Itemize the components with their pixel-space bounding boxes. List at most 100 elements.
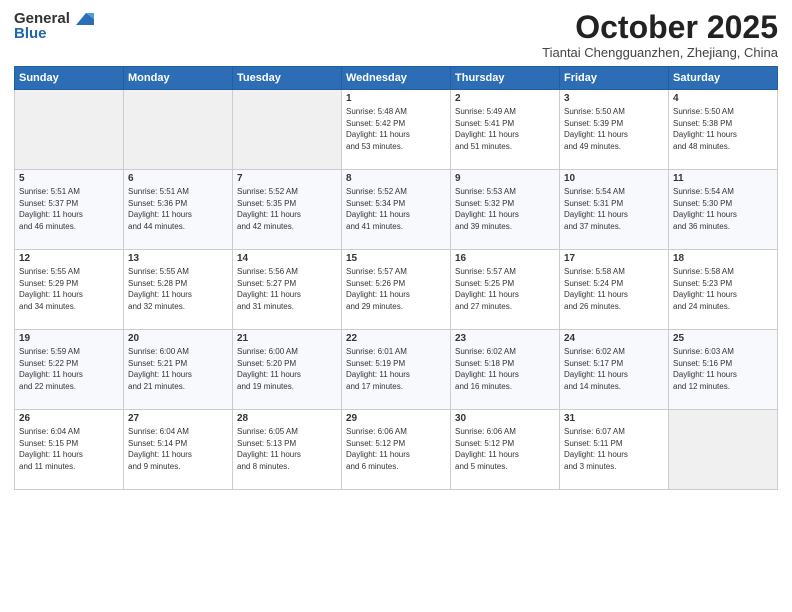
day-number: 2 (455, 93, 555, 104)
table-cell: 18 Sunrise: 5:58 AM Sunset: 5:23 PM Dayli… (669, 250, 778, 330)
location: Tiantai Chengguanzhen, Zhejiang, China (542, 45, 778, 60)
day-info: Sunrise: 6:06 AM Sunset: 5:12 PM Dayligh… (346, 426, 446, 472)
table-cell: 30 Sunrise: 6:06 AM Sunset: 5:12 PM Dayli… (451, 410, 560, 490)
day-info: Sunrise: 6:02 AM Sunset: 5:17 PM Dayligh… (564, 346, 664, 392)
table-cell: 24 Sunrise: 6:02 AM Sunset: 5:17 PM Dayli… (560, 330, 669, 410)
day-info: Sunrise: 5:55 AM Sunset: 5:28 PM Dayligh… (128, 266, 228, 312)
day-info: Sunrise: 5:48 AM Sunset: 5:42 PM Dayligh… (346, 106, 446, 152)
week-row-2: 5 Sunrise: 5:51 AM Sunset: 5:37 PM Daylig… (15, 170, 778, 250)
day-info: Sunrise: 5:59 AM Sunset: 5:22 PM Dayligh… (19, 346, 119, 392)
day-number: 29 (346, 413, 446, 424)
table-cell: 25Sunrise: 6:03 AM Sunset: 5:16 PM Dayli… (669, 330, 778, 410)
day-info: Sunrise: 5:50 AM Sunset: 5:39 PM Dayligh… (564, 106, 664, 152)
day-number: 26 (19, 413, 119, 424)
table-cell (669, 410, 778, 490)
day-info: Sunrise: 5:58 AM Sunset: 5:23 PM Dayligh… (673, 266, 773, 312)
table-cell: 3 Sunrise: 5:50 AM Sunset: 5:39 PM Daylig… (560, 90, 669, 170)
day-number: 11 (673, 173, 773, 184)
logo: General Blue (14, 10, 94, 42)
table-cell: 15 Sunrise: 5:57 AM Sunset: 5:26 PM Dayli… (342, 250, 451, 330)
table-cell: 21Sunrise: 6:00 AM Sunset: 5:20 PM Dayli… (233, 330, 342, 410)
day-number: 23 (455, 333, 555, 344)
table-cell: 20 Sunrise: 6:00 AM Sunset: 5:21 PM Dayli… (124, 330, 233, 410)
day-info: Sunrise: 5:49 AM Sunset: 5:41 PM Dayligh… (455, 106, 555, 152)
week-row-4: 19 Sunrise: 5:59 AM Sunset: 5:22 PM Dayli… (15, 330, 778, 410)
calendar-table: Sunday Monday Tuesday Wednesday Thursday… (14, 66, 778, 490)
day-number: 27 (128, 413, 228, 424)
day-number: 31 (564, 413, 664, 424)
day-number: 30 (455, 413, 555, 424)
table-cell: 4Sunrise: 5:50 AM Sunset: 5:38 PM Daylig… (669, 90, 778, 170)
table-cell: 16 Sunrise: 5:57 AM Sunset: 5:25 PM Dayli… (451, 250, 560, 330)
table-cell (124, 90, 233, 170)
day-info: Sunrise: 5:57 AM Sunset: 5:26 PM Dayligh… (346, 266, 446, 312)
day-info: Sunrise: 6:03 AM Sunset: 5:16 PM Dayligh… (673, 346, 773, 392)
day-info: Sunrise: 5:53 AM Sunset: 5:32 PM Dayligh… (455, 186, 555, 232)
week-row-3: 12 Sunrise: 5:55 AM Sunset: 5:29 PM Dayli… (15, 250, 778, 330)
day-number: 3 (564, 93, 664, 104)
table-cell: 1 Sunrise: 5:48 AM Sunset: 5:42 PM Daylig… (342, 90, 451, 170)
day-number: 18 (673, 253, 773, 264)
day-info: Sunrise: 6:00 AM Sunset: 5:21 PM Dayligh… (128, 346, 228, 392)
day-number: 13 (128, 253, 228, 264)
header: General Blue October 2025 Tiantai Chengg… (14, 10, 778, 60)
day-number: 1 (346, 93, 446, 104)
day-number: 15 (346, 253, 446, 264)
table-cell: 5 Sunrise: 5:51 AM Sunset: 5:37 PM Daylig… (15, 170, 124, 250)
col-tuesday: Tuesday (233, 67, 342, 90)
month-title: October 2025 (542, 10, 778, 45)
table-cell: 22 Sunrise: 6:01 AM Sunset: 5:19 PM Dayli… (342, 330, 451, 410)
logo-blue: Blue (14, 25, 47, 42)
table-cell: 2 Sunrise: 5:49 AM Sunset: 5:41 PM Daylig… (451, 90, 560, 170)
day-info: Sunrise: 5:52 AM Sunset: 5:35 PM Dayligh… (237, 186, 337, 232)
table-cell: 9 Sunrise: 5:53 AM Sunset: 5:32 PM Daylig… (451, 170, 560, 250)
day-info: Sunrise: 5:57 AM Sunset: 5:25 PM Dayligh… (455, 266, 555, 312)
day-info: Sunrise: 6:07 AM Sunset: 5:11 PM Dayligh… (564, 426, 664, 472)
table-cell: 12 Sunrise: 5:55 AM Sunset: 5:29 PM Dayli… (15, 250, 124, 330)
day-number: 20 (128, 333, 228, 344)
day-info: Sunrise: 6:01 AM Sunset: 5:19 PM Dayligh… (346, 346, 446, 392)
table-cell: 8 Sunrise: 5:52 AM Sunset: 5:34 PM Daylig… (342, 170, 451, 250)
day-info: Sunrise: 5:52 AM Sunset: 5:34 PM Dayligh… (346, 186, 446, 232)
table-cell: 11 Sunrise: 5:54 AM Sunset: 5:30 PM Dayli… (669, 170, 778, 250)
day-info: Sunrise: 5:58 AM Sunset: 5:24 PM Dayligh… (564, 266, 664, 312)
table-cell: 7 Sunrise: 5:52 AM Sunset: 5:35 PM Daylig… (233, 170, 342, 250)
day-info: Sunrise: 5:55 AM Sunset: 5:29 PM Dayligh… (19, 266, 119, 312)
calendar-page: General Blue October 2025 Tiantai Chengg… (0, 0, 792, 612)
table-cell: 23 Sunrise: 6:02 AM Sunset: 5:18 PM Dayli… (451, 330, 560, 410)
day-number: 28 (237, 413, 337, 424)
day-info: Sunrise: 5:54 AM Sunset: 5:30 PM Dayligh… (673, 186, 773, 232)
day-number: 12 (19, 253, 119, 264)
day-number: 6 (128, 173, 228, 184)
day-number: 17 (564, 253, 664, 264)
day-number: 8 (346, 173, 446, 184)
day-info: Sunrise: 6:02 AM Sunset: 5:18 PM Dayligh… (455, 346, 555, 392)
day-info: Sunrise: 6:04 AM Sunset: 5:15 PM Dayligh… (19, 426, 119, 472)
day-number: 19 (19, 333, 119, 344)
col-sunday: Sunday (15, 67, 124, 90)
day-number: 9 (455, 173, 555, 184)
table-cell: 6Sunrise: 5:51 AM Sunset: 5:36 PM Daylig… (124, 170, 233, 250)
day-info: Sunrise: 6:06 AM Sunset: 5:12 PM Dayligh… (455, 426, 555, 472)
day-info: Sunrise: 5:51 AM Sunset: 5:37 PM Dayligh… (19, 186, 119, 232)
day-number: 16 (455, 253, 555, 264)
table-cell: 14 Sunrise: 5:56 AM Sunset: 5:27 PM Dayli… (233, 250, 342, 330)
table-cell: 28 Sunrise: 6:05 AM Sunset: 5:13 PM Dayli… (233, 410, 342, 490)
day-info: Sunrise: 5:56 AM Sunset: 5:27 PM Dayligh… (237, 266, 337, 312)
day-number: 7 (237, 173, 337, 184)
day-info: Sunrise: 6:00 AM Sunset: 5:20 PM Dayligh… (237, 346, 337, 392)
day-number: 14 (237, 253, 337, 264)
day-number: 5 (19, 173, 119, 184)
day-number: 22 (346, 333, 446, 344)
table-cell: 31 Sunrise: 6:07 AM Sunset: 5:11 PM Dayli… (560, 410, 669, 490)
col-monday: Monday (124, 67, 233, 90)
table-cell (233, 90, 342, 170)
table-cell: 17 Sunrise: 5:58 AM Sunset: 5:24 PM Dayli… (560, 250, 669, 330)
table-cell: 13 Sunrise: 5:55 AM Sunset: 5:28 PM Dayli… (124, 250, 233, 330)
day-info: Sunrise: 5:54 AM Sunset: 5:31 PM Dayligh… (564, 186, 664, 232)
day-info: Sunrise: 6:05 AM Sunset: 5:13 PM Dayligh… (237, 426, 337, 472)
day-info: Sunrise: 5:50 AM Sunset: 5:38 PM Dayligh… (673, 106, 773, 152)
day-number: 10 (564, 173, 664, 184)
week-row-5: 26 Sunrise: 6:04 AM Sunset: 5:15 PM Dayli… (15, 410, 778, 490)
day-number: 24 (564, 333, 664, 344)
